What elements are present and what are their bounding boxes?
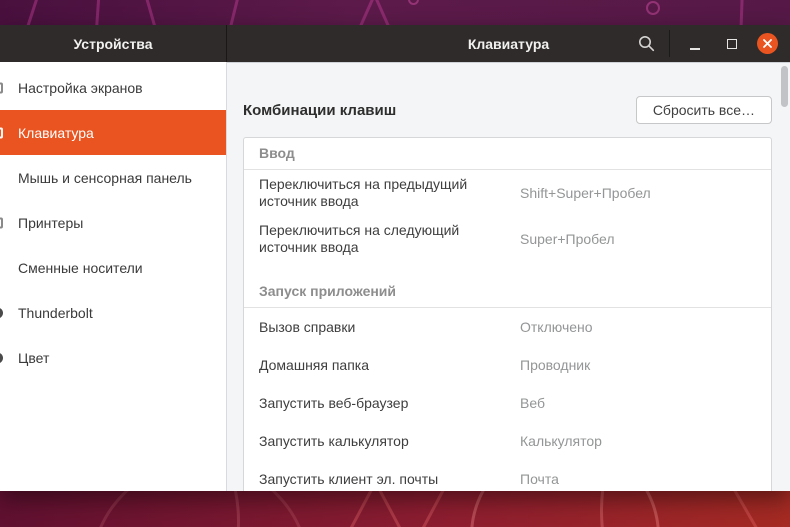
sidebar-item-label: Клавиатура [18, 124, 94, 141]
sidebar-item-removable-media[interactable]: Сменные носители [0, 245, 226, 290]
sidebar-item-mouse[interactable]: Мышь и сенсорная панель [0, 155, 226, 200]
sidebar-item-keyboard[interactable]: Клавиатура [0, 110, 226, 155]
sidebar-item-label: Сменные носители [18, 259, 143, 276]
shortcut-label: Запустить веб-браузер [259, 394, 409, 411]
settings-window: Устройства Клавиатура Настройка экранов … [0, 25, 790, 491]
content-panel: Комбинации клавиш Сбросить все… Ввод Пер… [227, 62, 790, 491]
devices-pane-title: Устройства [73, 35, 153, 52]
maximize-icon[interactable] [720, 32, 744, 56]
section-title: Запуск приложений [244, 262, 771, 308]
shortcut-row[interactable]: Запустить веб-браузер Веб [244, 384, 771, 422]
headerbar: Устройства Клавиатура [0, 25, 790, 62]
shortcut-label: Переключиться на предыдущий источник вво… [259, 176, 468, 209]
display-icon [0, 82, 3, 93]
shortcut-label: Запустить калькулятор [259, 432, 409, 449]
thunderbolt-icon [0, 307, 3, 318]
headerbar-right-pane: Клавиатура [227, 25, 790, 62]
shortcut-section: Ввод Переключиться на предыдущий источни… [244, 138, 771, 262]
shortcut-section: Запуск приложений Вызов справки Отключен… [244, 262, 771, 491]
sidebar-item-color[interactable]: Цвет [0, 335, 226, 380]
headerbar-left-pane: Устройства [0, 25, 227, 62]
shortcut-row[interactable]: Переключиться на предыдущий источник вво… [244, 170, 771, 216]
search-icon[interactable] [634, 32, 658, 56]
shortcut-list: Ввод Переключиться на предыдущий источни… [243, 137, 772, 491]
printer-icon [0, 217, 3, 228]
shortcut-row[interactable]: Запустить калькулятор Калькулятор [244, 422, 771, 460]
window-controls [634, 30, 790, 57]
shortcut-label: Домашняя папка [259, 356, 370, 373]
window-body: Настройка экранов Клавиатура Мышь и сенс… [0, 62, 790, 491]
headerbar-separator [669, 30, 670, 57]
shortcut-value: Super+Пробел [520, 230, 615, 247]
minimize-icon[interactable] [683, 32, 707, 56]
sidebar-item-printer[interactable]: Принтеры [0, 200, 226, 245]
shortcut-value: Веб [520, 394, 545, 411]
page-title: Комбинации клавиш [243, 101, 397, 119]
shortcut-label: Переключиться на следующий источник ввод… [259, 222, 460, 255]
sidebar-item-display[interactable]: Настройка экранов [0, 65, 226, 110]
shortcut-row[interactable]: Запустить клиент эл. почты Почта [244, 460, 771, 491]
shortcut-label: Вызов справки [259, 318, 356, 335]
color-icon [0, 352, 3, 363]
shortcut-value: Почта [520, 470, 559, 487]
sidebar: Настройка экранов Клавиатура Мышь и сенс… [0, 62, 227, 491]
wallpaper-top-strip [0, 0, 790, 25]
wallpaper-bottom-strip [0, 491, 790, 527]
close-icon[interactable] [757, 33, 778, 54]
shortcut-row[interactable]: Домашняя папка Проводник [244, 346, 771, 384]
sidebar-item-label: Принтеры [18, 214, 84, 231]
shortcut-row[interactable]: Вызов справки Отключено [244, 308, 771, 346]
sidebar-item-label: Цвет [18, 349, 50, 366]
shortcut-value: Калькулятор [520, 432, 602, 449]
shortcut-label: Запустить клиент эл. почты [259, 470, 439, 487]
shortcut-value: Отключено [520, 318, 593, 335]
content-header: Комбинации клавиш Сбросить все… [243, 96, 772, 124]
shortcut-value: Проводник [520, 356, 591, 373]
shortcut-value: Shift+Super+Пробел [520, 184, 651, 201]
keyboard-icon [0, 127, 3, 138]
section-title: Ввод [244, 138, 771, 170]
sidebar-item-thunderbolt[interactable]: Thunderbolt [0, 290, 226, 335]
shortcut-row[interactable]: Переключиться на следующий источник ввод… [244, 216, 771, 262]
scrollbar-thumb[interactable] [781, 66, 788, 107]
sidebar-item-label: Мышь и сенсорная панель [18, 169, 192, 186]
reset-all-button[interactable]: Сбросить все… [635, 96, 772, 124]
sidebar-item-label: Настройка экранов [18, 79, 143, 96]
sidebar-item-label: Thunderbolt [18, 304, 93, 321]
